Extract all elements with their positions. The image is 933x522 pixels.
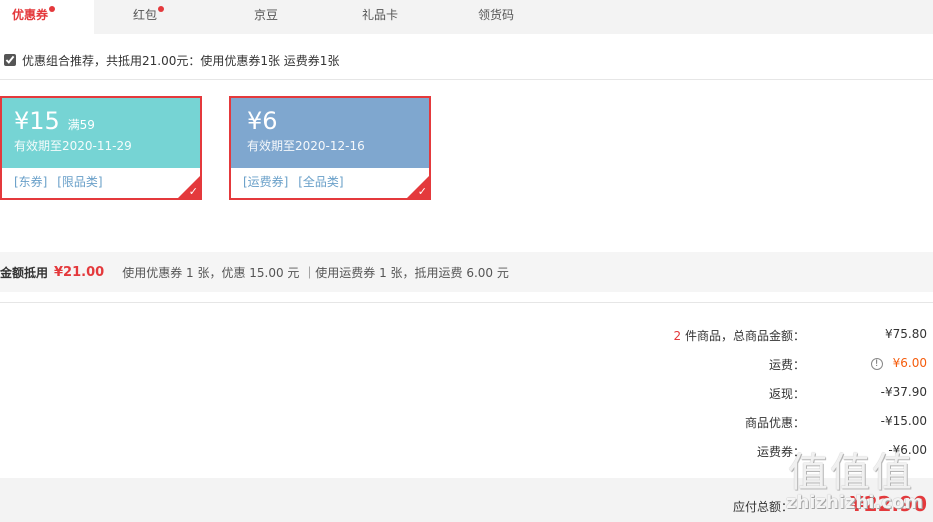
tab-label: 京豆: [254, 8, 279, 22]
discount-label: 商品优惠：: [744, 416, 805, 430]
goods-label: 2 件商品，总商品金额：: [674, 327, 805, 344]
cashback-row: 返现： -¥37.90: [513, 385, 933, 405]
coupon-tags: [东券] [限品类]: [2, 168, 200, 198]
notification-dot: [49, 6, 55, 12]
coupon-condition: 满59: [67, 118, 95, 132]
info-icon[interactable]: !: [870, 357, 883, 370]
tab-jd-beans[interactable]: 京豆: [254, 0, 294, 34]
cashback-value: -¥37.90: [880, 385, 927, 399]
goods-label-text: 件商品，总商品金额：: [681, 329, 805, 343]
coupon-card[interactable]: ¥6 有效期至2020-12-16 [运费券] [全品类] ✓: [229, 96, 431, 200]
shipping-label: 运费：: [768, 358, 805, 372]
tab-label: 优惠券: [12, 8, 49, 22]
tab-label: 领货码: [478, 8, 515, 22]
tab-red-packets[interactable]: 红包: [133, 0, 173, 34]
coupon-type-tabs: 优惠券 红包 京豆 礼品卡 领货码: [0, 0, 933, 34]
coupon-tags: [运费券] [全品类]: [231, 168, 429, 198]
coupon-expiry: 有效期至2020-11-29: [14, 139, 132, 153]
deduction-summary: 金额抵用 ¥21.00 使用优惠券 1 张，优惠 15.00 元 ｜使用运费券 …: [0, 252, 933, 292]
summary-amount: ¥21.00: [54, 264, 105, 280]
tab-label: 红包: [133, 8, 158, 22]
coupon-tag: [东券]: [14, 175, 48, 189]
combo-text: 优惠组合推荐，共抵用21.00元：使用优惠券1张 运费券1张: [22, 53, 340, 68]
tab-label: 礼品卡: [362, 8, 399, 22]
summary-label: 金额抵用: [0, 265, 49, 280]
checkmark-icon: ✓: [417, 185, 427, 198]
shipping-value-wrap: ! ¥6.00: [870, 356, 927, 370]
coupon-expiry: 有效期至2020-12-16: [247, 139, 365, 153]
discount-value: -¥15.00: [880, 414, 927, 428]
shipping-coupon-label: 运费券：: [756, 445, 805, 459]
goods-value: ¥75.80: [885, 327, 927, 341]
payable-label: 应付总额：: [732, 500, 793, 514]
tab-redeem-codes[interactable]: 领货码: [478, 0, 528, 34]
payable-band: 应付总额： ¥22.90: [0, 478, 933, 522]
shipping-coupon-value: -¥6.00: [888, 443, 927, 457]
notification-dot: [158, 6, 164, 12]
coupon-amount: ¥6: [247, 107, 278, 135]
tab-gift-cards[interactable]: 礼品卡: [362, 0, 412, 34]
combo-checkbox[interactable]: [4, 54, 16, 66]
coupon-header: ¥15 满59 有效期至2020-11-29: [2, 98, 200, 168]
combo-recommendation: 优惠组合推荐，共抵用21.00元：使用优惠券1张 运费券1张: [0, 46, 933, 74]
payable-value: ¥22.90: [849, 492, 927, 516]
shipping-coupon-row: 运费券： -¥6.00: [513, 443, 933, 463]
cashback-label: 返现：: [768, 387, 805, 401]
coupon-tag: [限品类]: [57, 175, 103, 189]
divider: [0, 79, 933, 80]
total-goods-row: 2 件商品，总商品金额： ¥75.80: [513, 327, 933, 347]
coupon-tag: [运费券]: [243, 175, 289, 189]
coupon-card[interactable]: ¥15 满59 有效期至2020-11-29 [东券] [限品类] ✓: [0, 96, 202, 200]
checkmark-icon: ✓: [188, 185, 198, 198]
divider: [0, 302, 933, 303]
shipping-row: 运费： ! ¥6.00: [513, 356, 933, 376]
shipping-value: ¥6.00: [892, 356, 927, 370]
tab-coupons[interactable]: 优惠券: [0, 0, 94, 34]
discount-row: 商品优惠： -¥15.00: [513, 414, 933, 434]
coupon-header: ¥6 有效期至2020-12-16: [231, 98, 429, 168]
coupon-amount: ¥15: [14, 107, 60, 135]
summary-detail: 使用优惠券 1 张，优惠 15.00 元 ｜使用运费券 1 张，抵用运费 6.0…: [122, 265, 509, 280]
coupon-tag: [全品类]: [298, 175, 344, 189]
